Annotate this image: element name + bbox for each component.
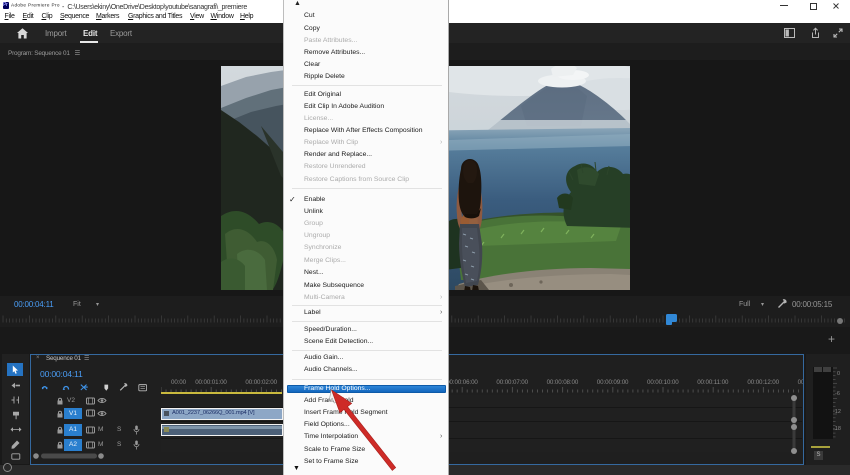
svg-text:00:00:09:00: 00:00:09:00 [597, 379, 629, 386]
svg-text:00:00: 00:00 [171, 379, 187, 386]
svg-text:00:00:12:00: 00:00:12:00 [747, 379, 779, 386]
svg-text:00:00:07:00: 00:00:07:00 [496, 379, 528, 386]
svg-text:00:00:11:00: 00:00:11:00 [697, 379, 729, 386]
svg-text:00:00:10:00: 00:00:10:00 [647, 379, 679, 386]
svg-text:00:00:13:00: 00:00:13:00 [798, 379, 803, 386]
svg-text:00:00:01:00: 00:00:01:00 [195, 379, 227, 386]
svg-text:00:00:08:00: 00:00:08:00 [547, 379, 579, 386]
svg-text:00:00:06:00: 00:00:06:00 [446, 379, 478, 386]
svg-text:00:00:02:00: 00:00:02:00 [245, 379, 277, 386]
